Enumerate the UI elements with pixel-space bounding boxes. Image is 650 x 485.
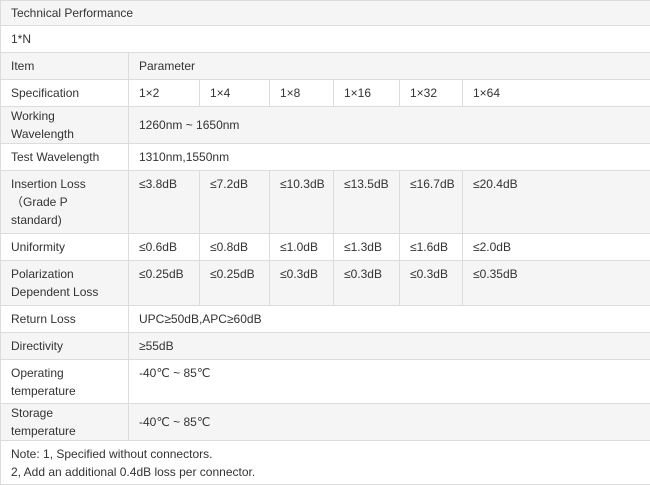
insertion-loss-row: Insertion Loss （Grade P standard) ≤3.8dB… xyxy=(1,171,650,234)
value-cell: ≤0.25dB xyxy=(200,261,270,306)
label-line: Operating xyxy=(11,364,118,382)
label-line: （Grade P xyxy=(11,193,118,211)
spec-cell: 1×8 xyxy=(270,80,334,107)
notes-row: Note: 1, Specified without connectors. 2… xyxy=(1,441,650,485)
value-cell: ≤0.25dB xyxy=(129,261,200,306)
value-cell: ≤0.3dB xyxy=(400,261,463,306)
uniformity-row: Uniformity ≤0.6dB ≤0.8dB ≤1.0dB ≤1.3dB ≤… xyxy=(1,234,650,261)
working-wavelength-row: Working Wavelength 1260nm ~ 1650nm xyxy=(1,107,650,144)
return-loss-row: Return Loss UPC≥50dB,APC≥60dB xyxy=(1,306,650,333)
row-label: Operating temperature xyxy=(1,360,129,404)
row-value: ≥55dB xyxy=(129,333,650,360)
row-label: Specification xyxy=(1,80,129,107)
operating-temperature-row: Operating temperature -40℃ ~ 85℃ xyxy=(1,360,650,404)
specification-row: Specification 1×2 1×4 1×8 1×16 1×32 1×64 xyxy=(1,80,650,107)
value-cell: ≤1.6dB xyxy=(400,234,463,261)
value-cell: ≤16.7dB xyxy=(400,171,463,234)
header-row: Item Parameter xyxy=(1,53,650,80)
spec-cell: 1×2 xyxy=(129,80,200,107)
note-line: 2, Add an additional 0.4dB loss per conn… xyxy=(11,463,640,481)
value-cell: ≤0.35dB xyxy=(463,261,650,306)
value-cell: ≤1.0dB xyxy=(270,234,334,261)
test-wavelength-row: Test Wavelength 1310nm,1550nm xyxy=(1,144,650,171)
label-line: Dependent Loss xyxy=(11,283,118,301)
value-cell: ≤7.2dB xyxy=(200,171,270,234)
row-label: Storage temperature xyxy=(1,404,129,441)
row-label: Polarization Dependent Loss xyxy=(1,261,129,306)
value-cell: ≤13.5dB xyxy=(334,171,400,234)
spec-cell: 1×4 xyxy=(200,80,270,107)
table-title-row: Technical Performance xyxy=(1,1,650,26)
value-cell: ≤0.6dB xyxy=(129,234,200,261)
row-label: Insertion Loss （Grade P standard) xyxy=(1,171,129,234)
row-value: 1310nm,1550nm xyxy=(129,144,650,171)
value-cell: ≤0.3dB xyxy=(270,261,334,306)
value-cell: ≤2.0dB xyxy=(463,234,650,261)
table-title: Technical Performance xyxy=(1,1,650,26)
spec-cell: 1×64 xyxy=(463,80,650,107)
label-line: Polarization xyxy=(11,265,118,283)
row-label: Uniformity xyxy=(1,234,129,261)
value-cell: ≤1.3dB xyxy=(334,234,400,261)
value-cell: ≤3.8dB xyxy=(129,171,200,234)
row-value: -40℃ ~ 85℃ xyxy=(129,404,650,441)
row-label: Directivity xyxy=(1,333,129,360)
notes-cell: Note: 1, Specified without connectors. 2… xyxy=(1,441,650,485)
table-subtitle: 1*N xyxy=(1,26,650,53)
row-value: UPC≥50dB,APC≥60dB xyxy=(129,306,650,333)
parameter-header: Parameter xyxy=(129,53,650,80)
value-cell: ≤20.4dB xyxy=(463,171,650,234)
value-cell: ≤0.8dB xyxy=(200,234,270,261)
label-line: standard) xyxy=(11,211,118,229)
row-label: Return Loss xyxy=(1,306,129,333)
value-cell: ≤10.3dB xyxy=(270,171,334,234)
row-label: Working Wavelength xyxy=(1,107,129,144)
polarization-dependent-loss-row: Polarization Dependent Loss ≤0.25dB ≤0.2… xyxy=(1,261,650,306)
label-line: Insertion Loss xyxy=(11,175,118,193)
spec-cell: 1×32 xyxy=(400,80,463,107)
row-value: -40℃ ~ 85℃ xyxy=(129,360,650,404)
row-label: Test Wavelength xyxy=(1,144,129,171)
directivity-row: Directivity ≥55dB xyxy=(1,333,650,360)
value-cell: ≤0.3dB xyxy=(334,261,400,306)
table-subtitle-row: 1*N xyxy=(1,26,650,53)
technical-performance-table: Technical Performance 1*N Item Parameter… xyxy=(0,0,650,485)
note-line: Note: 1, Specified without connectors. xyxy=(11,445,640,463)
storage-temperature-row: Storage temperature -40℃ ~ 85℃ xyxy=(1,404,650,441)
row-value: 1260nm ~ 1650nm xyxy=(129,107,650,144)
spec-cell: 1×16 xyxy=(334,80,400,107)
item-header: Item xyxy=(1,53,129,80)
label-line: temperature xyxy=(11,382,118,400)
